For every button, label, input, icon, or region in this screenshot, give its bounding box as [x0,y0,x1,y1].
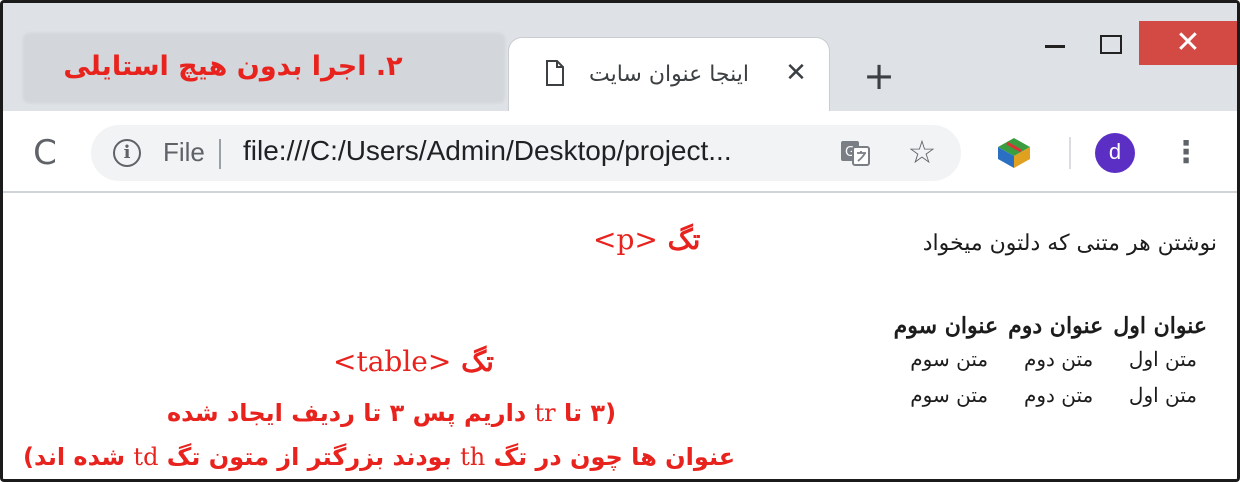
annotation-text: (۳ تا [564,399,617,427]
annotation-text: داریم پس ۳ تا ردیف ایجاد شده [167,399,527,427]
table-header: عنوان اول [1113,313,1207,339]
annotation-word: تگ [461,345,494,378]
omnibox-divider [219,139,221,169]
extension-icon[interactable] [995,135,1033,171]
annotation-th-note: عنوان ها چون در تگ th بودند بزرگتر از مت… [23,443,735,471]
table-cell: متن اول [1128,347,1197,371]
new-tab-button[interactable]: + [859,57,899,97]
table-cell: متن اول [1128,383,1197,407]
table-header-row: عنوان اول عنوان دوم عنوان سوم [892,313,1209,339]
minimize-button[interactable] [1033,23,1077,63]
maximize-button[interactable] [1087,23,1131,63]
tab-annotation: ۲. اجرا بدون هیچ استایلی [63,51,403,82]
browser-window: ۲. اجرا بدون هیچ استایلی اینجا عنوان سای… [0,0,1240,482]
annotation-p-tag: تگ <p> [593,223,700,256]
file-label: File [163,137,205,167]
annotation-text: بودند بزرگتر از متون تگ [166,443,452,471]
annotation-tag: td [133,443,159,471]
toolbar: C i File file:///C:/Users/Admin/Desktop/… [3,111,1237,193]
active-tab[interactable]: اینجا عنوان سایت ✕ [508,37,830,115]
page-content: نوشتن هر متنی که دلتون میخواد عنوان اول … [3,193,1237,479]
reload-icon[interactable]: C [25,133,65,173]
annotation-text: عنوان ها چون در تگ [493,443,736,471]
translate-icon[interactable]: G [839,137,871,169]
annotation-text: شده اند) [23,443,126,471]
avatar[interactable]: d [1095,133,1135,173]
close-window-button[interactable]: ✕ [1139,21,1237,65]
annotation-tr-note: (۳ تا tr داریم پس ۳ تا ردیف ایجاد شده [167,399,616,427]
table-row: متن اول متن دوم متن سوم [892,379,1209,411]
address-bar[interactable]: i File file:///C:/Users/Admin/Desktop/pr… [91,125,961,181]
page-paragraph: نوشتن هر متنی که دلتون میخواد [922,231,1217,256]
table-cell: متن سوم [910,383,989,407]
title-bar: ۲. اجرا بدون هیچ استایلی اینجا عنوان سای… [3,3,1237,115]
bookmark-star-icon[interactable]: ☆ [903,133,941,171]
info-icon[interactable]: i [113,139,141,167]
tab-title: اینجا عنوان سایت [589,62,749,87]
table-cell: متن سوم [910,347,989,371]
menu-icon[interactable]: ⋮ [1169,131,1203,175]
annotation-word: تگ [667,223,701,256]
annotation-table-tag: تگ <table> [333,345,494,378]
table-header: عنوان سوم [893,313,999,339]
annotation-tag: <p> [593,223,658,256]
table-cell: متن دوم [1023,347,1094,371]
content-table: عنوان اول عنوان دوم عنوان سوم متن اول مت… [886,309,1215,415]
table-row: متن اول متن دوم متن سوم [892,343,1209,375]
table-cell: متن دوم [1023,383,1094,407]
url-text[interactable]: file:///C:/Users/Admin/Desktop/project..… [243,135,732,167]
table-header: عنوان دوم [1008,313,1104,339]
annotation-tag: <table> [333,345,452,378]
toolbar-divider [1069,137,1071,169]
tab-close-icon[interactable]: ✕ [779,56,813,90]
annotation-tag: th [460,443,486,471]
annotation-tag: tr [534,399,556,427]
document-icon [546,60,564,86]
